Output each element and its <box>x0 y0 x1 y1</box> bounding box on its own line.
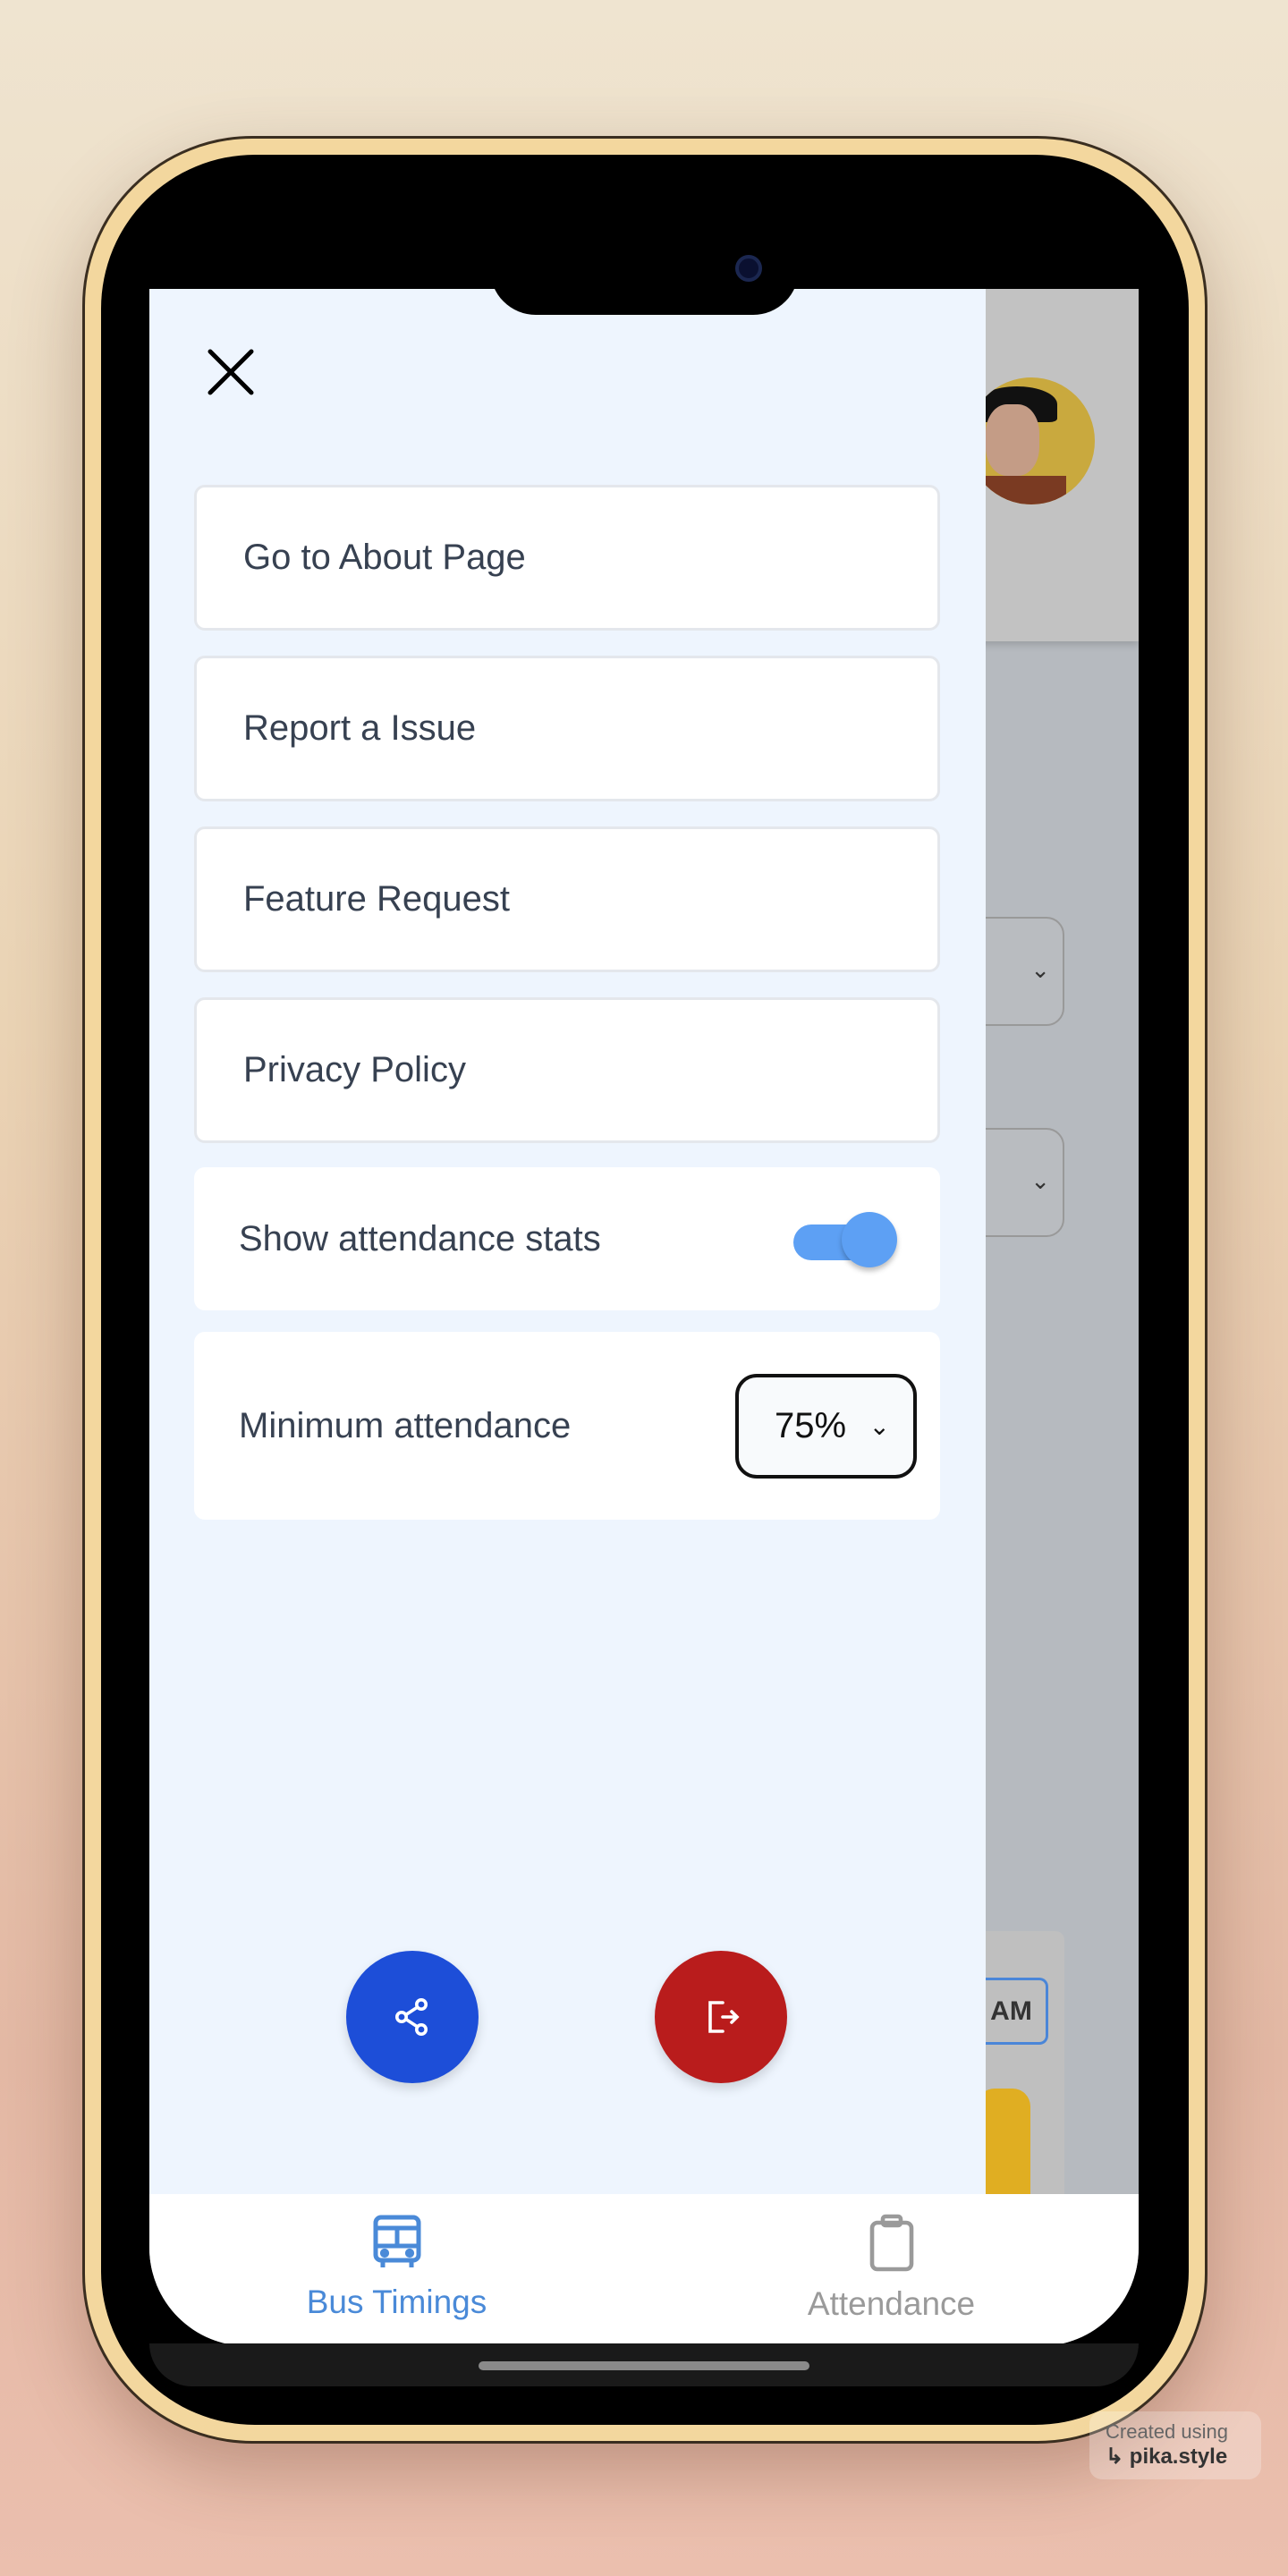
menu-item-feature-request[interactable]: Feature Request <box>194 826 940 972</box>
show-stats-toggle[interactable] <box>793 1212 897 1267</box>
watermark: Created using ↳ pika.style <box>1089 2411 1261 2479</box>
avatar <box>968 377 1095 504</box>
clipboard-icon <box>869 2214 913 2272</box>
logout-icon <box>708 2001 740 2033</box>
min-attendance-select[interactable]: 75% ⌄ <box>735 1373 917 1479</box>
arrow-icon: ↳ <box>1106 2445 1130 2469</box>
setting-min-attendance: Minimum attendance 75% ⌄ <box>194 1332 940 1520</box>
camera-icon <box>735 255 762 282</box>
menu-item-report-issue[interactable]: Report a Issue <box>194 656 940 801</box>
time-badge: AM <box>977 1978 1048 2045</box>
bus-icon <box>373 2215 420 2267</box>
select-value: 75% <box>775 1405 847 1445</box>
close-icon[interactable] <box>205 346 257 398</box>
watermark-line1: Created using <box>1106 2420 1228 2443</box>
app-screen: ⌄ ⌄ AM Go to About Page Report a Issue F… <box>149 289 1139 2346</box>
menu-item-label: Go to About Page <box>243 538 526 577</box>
logout-button[interactable] <box>655 1951 787 2083</box>
chevron-down-icon: ⌄ <box>869 1411 890 1440</box>
share-icon <box>395 1998 428 2036</box>
menu-item-label: Feature Request <box>243 879 510 919</box>
watermark-line2: pika.style <box>1129 2445 1228 2469</box>
setting-label: Minimum attendance <box>239 1405 572 1445</box>
setting-label: Show attendance stats <box>239 1218 601 1258</box>
menu-item-label: Privacy Policy <box>243 1050 466 1089</box>
menu-item-about[interactable]: Go to About Page <box>194 485 940 631</box>
setting-show-stats: Show attendance stats <box>194 1167 940 1310</box>
share-button[interactable] <box>346 1951 479 2083</box>
menu-item-label: Report a Issue <box>243 708 477 748</box>
side-drawer: Go to About Page Report a Issue Feature … <box>149 289 986 2194</box>
nav-label: Attendance <box>807 2285 976 2322</box>
bottom-nav: Bus Timings Attendance <box>149 2194 1139 2346</box>
home-indicator[interactable] <box>479 2361 809 2370</box>
menu-item-privacy-policy[interactable]: Privacy Policy <box>194 997 940 1143</box>
nav-bus-timings[interactable]: Bus Timings <box>149 2194 644 2346</box>
nav-label: Bus Timings <box>306 2284 487 2320</box>
nav-attendance[interactable]: Attendance <box>644 2194 1139 2346</box>
